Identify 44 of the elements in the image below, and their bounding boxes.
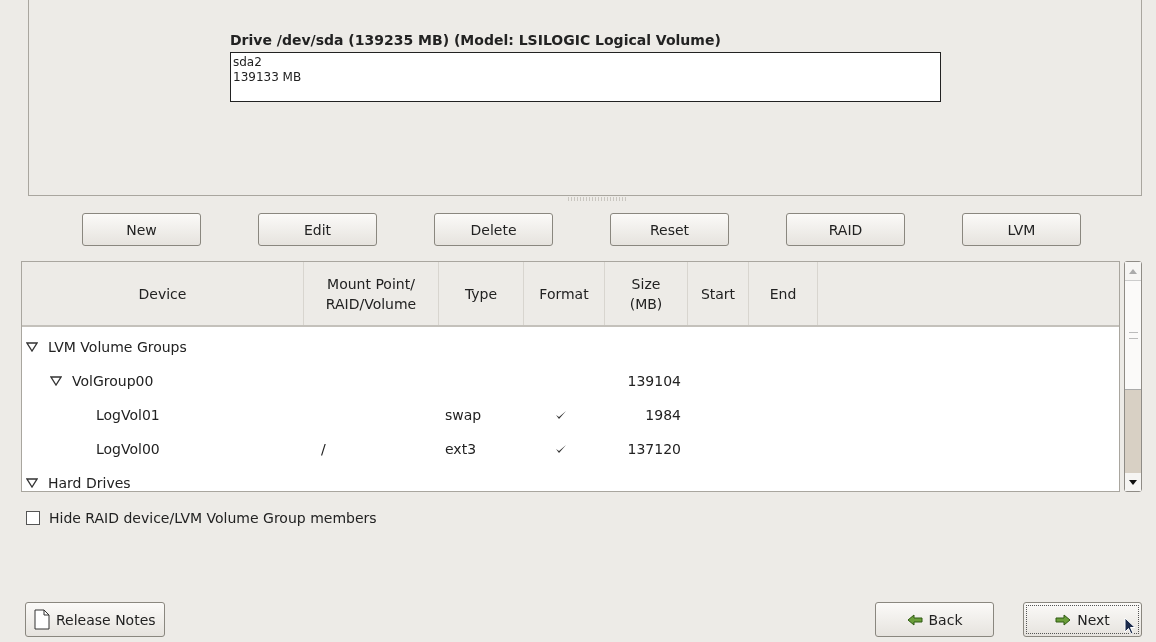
partition-name: sda2	[233, 55, 262, 70]
column-header[interactable]: Mount Point/ RAID/Volume	[304, 262, 439, 325]
mouse-pointer-icon	[1124, 617, 1136, 635]
drive-title: Drive /dev/sda (139235 MB) (Model: LSILOGIC Logical Volume)	[230, 32, 722, 50]
expander-icon[interactable]	[50, 376, 62, 386]
scroll-down-icon[interactable]	[1129, 479, 1137, 485]
size-value: 1984	[645, 407, 681, 423]
partition-size: 139133 MB	[233, 70, 302, 85]
column-header[interactable]: Start	[688, 262, 749, 325]
expander-icon[interactable]	[26, 342, 38, 352]
scroll-thumb[interactable]	[1125, 280, 1141, 390]
size-value: 139104	[627, 373, 681, 389]
device-name[interactable]: LogVol00	[96, 441, 160, 457]
device-name[interactable]: Hard Drives	[48, 475, 131, 491]
column-header[interactable]: End	[749, 262, 818, 325]
partition-bar[interactable]: sda2 139133 MB	[230, 52, 941, 102]
back-button[interactable]: Back	[875, 602, 994, 637]
pane-grip[interactable]	[568, 197, 628, 201]
column-header[interactable]: Device	[22, 262, 304, 325]
column-header[interactable]: Size (MB)	[605, 262, 688, 325]
mount-point: /	[321, 441, 326, 457]
document-icon	[34, 609, 50, 630]
action-button[interactable]: LVM	[962, 213, 1081, 246]
action-button[interactable]: Delete	[434, 213, 553, 246]
right-arrow-icon	[1055, 613, 1072, 626]
action-button[interactable]: Edit	[258, 213, 377, 246]
device-name[interactable]: LVM Volume Groups	[48, 339, 187, 355]
device-name[interactable]: LogVol01	[96, 407, 160, 423]
fs-type: swap	[445, 407, 482, 423]
column-header[interactable]: Type	[439, 262, 524, 325]
fs-type: ext3	[445, 441, 477, 457]
left-arrow-icon	[906, 613, 923, 626]
checkbox-label[interactable]: Hide RAID device/LVM Volume Group members	[49, 510, 377, 526]
action-button[interactable]: New	[82, 213, 201, 246]
expander-icon[interactable]	[26, 478, 38, 488]
checkbox[interactable]	[26, 511, 40, 525]
action-button[interactable]: Reset	[610, 213, 729, 246]
column-header[interactable]: Format	[524, 262, 605, 325]
next-button[interactable]: Next	[1023, 602, 1142, 637]
action-button[interactable]: RAID	[786, 213, 905, 246]
size-value: 137120	[627, 441, 681, 457]
device-name[interactable]: VolGroup00	[72, 373, 154, 389]
release-notes-button[interactable]: Release Notes	[25, 602, 165, 637]
scrollbar[interactable]	[1124, 261, 1142, 492]
